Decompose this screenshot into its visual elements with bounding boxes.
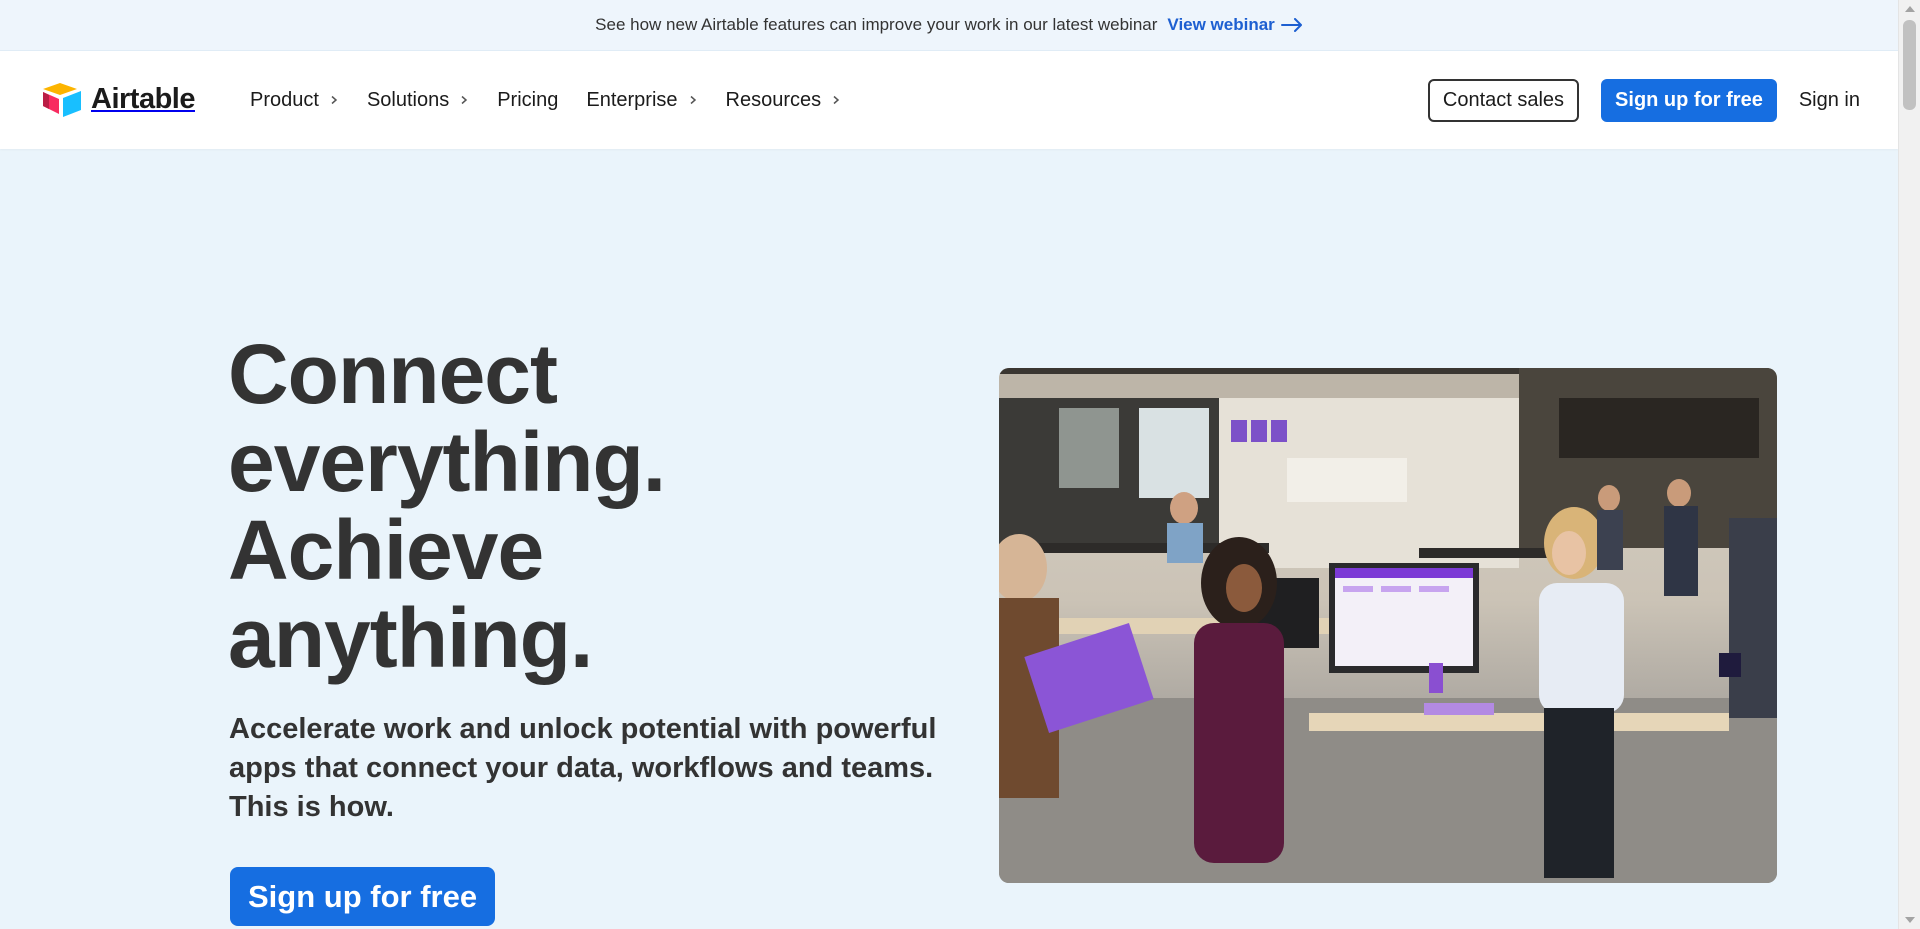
announcement-banner: See how new Airtable features can improv… [0,0,1898,51]
nav-item-pricing[interactable]: Pricing [497,89,558,112]
hero-office-photo [999,368,1777,883]
airtable-logo[interactable]: Airtable [41,81,195,117]
nav-item-label: Pricing [497,88,559,111]
header-actions: Contact sales Sign up for free Sign in [1427,51,1860,149]
scroll-up-arrow-icon[interactable] [1905,6,1915,12]
nav-item-label: Enterprise [586,88,678,111]
view-webinar-label: View webinar [1167,15,1275,34]
hero-title-line: anything. [228,591,593,685]
site-header: Airtable Product Solutions Pricing Enter… [0,51,1898,149]
contact-sales-button[interactable]: Contact sales [1427,78,1580,122]
hero-title-line: everything. [228,415,666,509]
scroll-down-arrow-icon[interactable] [1905,917,1915,923]
arrow-right-icon [1280,18,1302,32]
signup-button[interactable]: Sign up for free [1601,78,1777,122]
nav-item-label: Resources [725,88,822,111]
nav-item-label: Solutions [366,88,450,111]
nav-item-enterprise[interactable]: Enterprise [586,89,697,112]
page-scrollbar[interactable] [1898,0,1920,929]
airtable-logo-icon [43,83,81,117]
nav-item-solutions[interactable]: Solutions [367,89,469,112]
chevron-right-icon [690,95,696,105]
hero-title: Connect everything. Achieve anything. [228,330,868,682]
chevron-right-icon [331,95,338,105]
chevron-right-icon [461,95,468,105]
hero-title-line: Achieve [228,503,544,597]
banner-message: See how new Airtable features can improv… [595,15,1158,34]
nav-item-label: Product [250,88,319,111]
hero-subtitle: Accelerate work and unlock potential wit… [229,713,937,823]
hero-title-line: Connect [228,327,558,421]
main-nav: Product Solutions Pricing Enterprise Res… [250,51,841,149]
nav-item-resources[interactable]: Resources [726,89,842,112]
nav-item-product[interactable]: Product [250,89,339,112]
office-scene-illustration [999,368,1777,883]
signin-link[interactable]: Sign in [1799,89,1860,112]
hero-signup-button[interactable]: Sign up for free [230,867,496,926]
chevron-right-icon [833,95,840,105]
logo-wordmark: Airtable [91,82,195,115]
view-webinar-link[interactable]: View webinar [1167,15,1302,35]
scroll-thumb[interactable] [1903,20,1916,110]
